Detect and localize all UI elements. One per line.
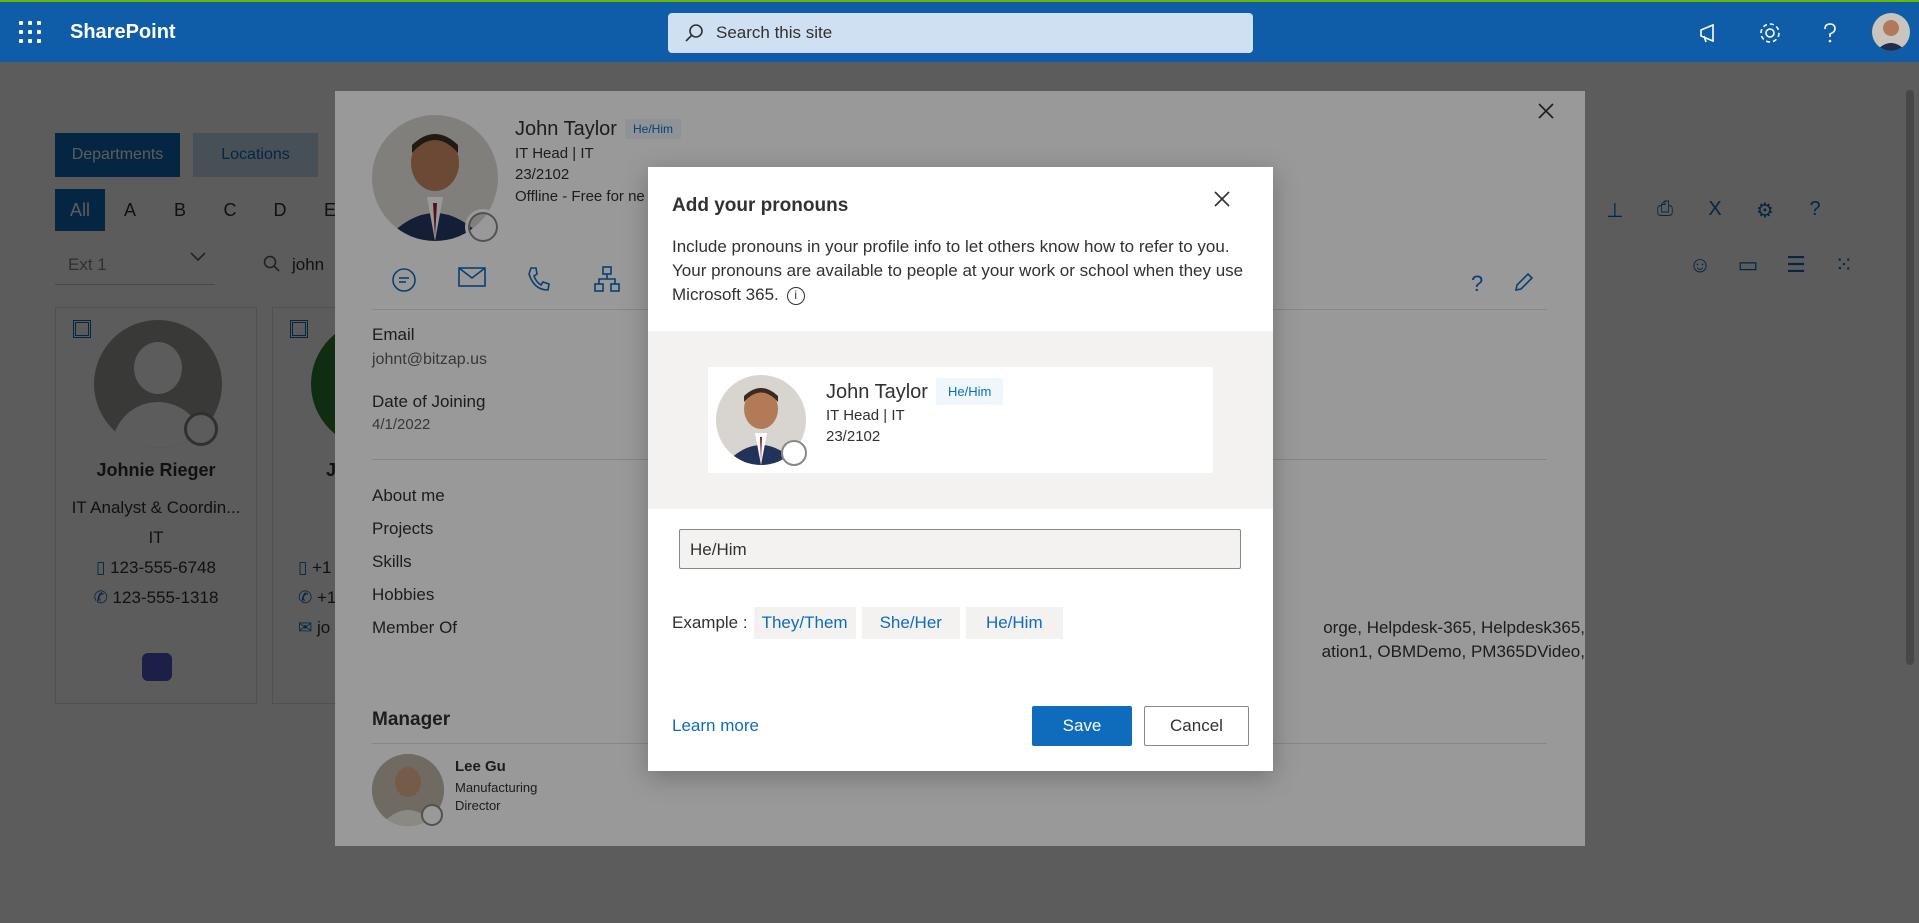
cancel-button[interactable]: Cancel [1144, 706, 1249, 746]
learn-more-link[interactable]: Learn more [672, 716, 759, 736]
preview-title: IT Head | IT [826, 407, 905, 424]
example-they-them[interactable]: They/Them [753, 607, 856, 639]
info-icon[interactable]: i [786, 286, 805, 305]
example-he-him[interactable]: He/Him [965, 607, 1063, 639]
suite-bar: SharePoint Search this site [0, 0, 1919, 62]
description-text: Include pronouns in your profile info to… [672, 237, 1244, 304]
preview-location: 23/2102 [826, 428, 881, 445]
search-placeholder: Search this site [716, 23, 833, 42]
search-icon [684, 23, 704, 43]
preview-name: John Taylor [826, 381, 928, 403]
pronouns-input[interactable]: He/Him [679, 529, 1241, 569]
save-button[interactable]: Save [1032, 706, 1132, 746]
example-she-her[interactable]: She/Her [861, 607, 960, 639]
settings-gear-icon[interactable] [1757, 20, 1783, 46]
preview-area: John Taylor He/Him IT Head | IT 23/2102 [648, 331, 1273, 509]
preview-pronoun-badge: He/Him [936, 378, 1004, 405]
add-pronouns-dialog: Add your pronouns Include pronouns in yo… [648, 167, 1273, 771]
app-launcher-icon[interactable] [19, 21, 41, 43]
user-avatar[interactable] [1872, 13, 1910, 51]
dialog-description: Include pronouns in your profile info to… [672, 235, 1247, 307]
pronoun-examples: Example : They/Them She/Her He/Him [672, 607, 1063, 639]
help-icon[interactable] [1817, 20, 1843, 46]
example-label: Example : [672, 613, 748, 632]
site-search-box[interactable]: Search this site [668, 13, 1253, 53]
megaphone-icon[interactable] [1697, 20, 1723, 46]
app-name[interactable]: SharePoint [70, 21, 176, 44]
dialog-title: Add your pronouns [672, 195, 849, 216]
profile-preview-card: John Taylor He/Him IT Head | IT 23/2102 [708, 367, 1213, 473]
presence-indicator [781, 440, 807, 466]
close-icon[interactable] [1213, 190, 1231, 208]
